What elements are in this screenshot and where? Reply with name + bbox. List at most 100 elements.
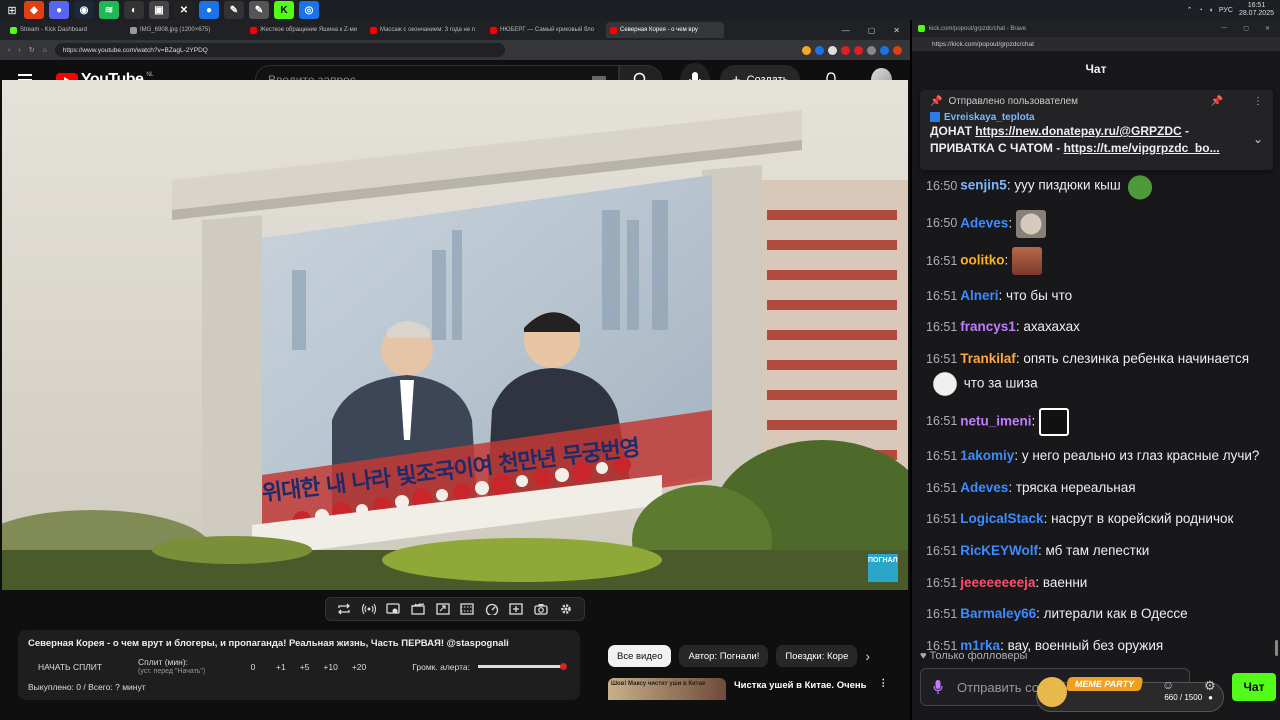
message-username[interactable]: oolitko xyxy=(960,253,1004,268)
split-increment-button[interactable]: +20 xyxy=(352,662,366,672)
chat-address-bar[interactable]: https://kick.com/popout/grpzdc/chat xyxy=(912,37,1280,51)
pepe-emote-icon[interactable] xyxy=(1124,172,1155,200)
emoji-icon[interactable]: ☺ xyxy=(1162,678,1174,692)
message-username[interactable]: 1akomiy xyxy=(960,448,1014,463)
browser-tab[interactable]: Stream - Kick Dashboard xyxy=(6,22,124,38)
chips-next-icon[interactable]: › xyxy=(865,645,870,667)
add-frame-icon[interactable] xyxy=(509,602,524,616)
start-split-button[interactable]: НАЧАТЬ СПЛИТ xyxy=(28,662,138,672)
obs-icon[interactable]: ◐ xyxy=(124,1,144,19)
app-x-icon[interactable]: ✕ xyxy=(174,1,194,19)
tray-wifi-icon[interactable]: ◔ xyxy=(1198,7,1202,14)
app-tool-icon[interactable]: ✎ xyxy=(224,1,244,19)
pinned-username[interactable]: Evreiskaya_teplota xyxy=(944,112,1035,123)
message-username[interactable]: LogicalStack xyxy=(960,511,1043,526)
message-username[interactable]: jeeeeeeeeja xyxy=(960,575,1035,590)
message-username[interactable]: senjin5 xyxy=(960,178,1007,193)
extension-icon[interactable] xyxy=(893,45,902,55)
maximize-icon[interactable]: ▢ xyxy=(1243,25,1249,32)
app-icon[interactable]: ▣ xyxy=(149,1,169,19)
maximize-icon[interactable]: ▢ xyxy=(868,26,876,35)
meme-party-widget[interactable]: MEME PARTY 660 / 1500 ● xyxy=(1036,677,1224,712)
extension-icon[interactable] xyxy=(841,45,850,55)
reload-icon[interactable]: ↻ xyxy=(29,46,35,54)
message-username[interactable]: Trankilaf xyxy=(960,351,1016,366)
mouse-emote-icon[interactable] xyxy=(1016,209,1047,238)
resize-icon[interactable] xyxy=(436,602,450,616)
forward-icon[interactable]: › xyxy=(18,47,20,54)
extension-icon[interactable] xyxy=(880,45,889,55)
more-options-icon[interactable]: ⋮ xyxy=(879,678,889,700)
browser-tab[interactable]: Массаж с окончанием: 3 года не п xyxy=(366,22,484,38)
camera-icon[interactable] xyxy=(534,602,548,616)
tray-clock[interactable]: 16:51 28.07.2025 xyxy=(1239,2,1274,18)
extension-icon[interactable] xyxy=(828,45,837,55)
url-field[interactable]: https://www.youtube.com/watch?v=BZagL-2Y… xyxy=(54,43,505,57)
speed-icon[interactable] xyxy=(485,602,499,616)
telegram-link[interactable]: https://t.me/vipgrpzdc_bo... xyxy=(1064,141,1220,155)
more-options-icon[interactable]: ⋮ xyxy=(1253,96,1263,107)
message-username[interactable]: Adeves xyxy=(960,215,1008,230)
video-view-icon[interactable] xyxy=(386,602,401,616)
gear-icon[interactable]: ⚙ xyxy=(1204,678,1216,694)
clapper-icon[interactable] xyxy=(411,602,425,616)
steam-icon[interactable]: ◉ xyxy=(74,1,94,19)
video-player[interactable]: 위대한 내 나라 빛조국이여 천만년 무궁번영 ПОГНАЛИ xyxy=(2,80,908,590)
app-globe-icon[interactable]: ◎ xyxy=(299,1,319,19)
browser-tab[interactable]: IMG_6908.jpg (1200×675) xyxy=(126,22,244,38)
message-username[interactable]: Barmaley66 xyxy=(960,606,1036,621)
loop-icon[interactable] xyxy=(337,602,351,616)
next-video[interactable]: Шов! Максу чистят уши в Китае Чистка уше… xyxy=(608,678,908,700)
brave-icon[interactable]: ◆ xyxy=(24,1,44,19)
extension-icon[interactable] xyxy=(854,45,863,55)
minimize-icon[interactable]: — xyxy=(842,26,850,35)
extension-icon[interactable] xyxy=(815,45,824,55)
gear-icon[interactable] xyxy=(559,602,573,616)
split-increment-button[interactable]: +5 xyxy=(300,662,310,672)
back-icon[interactable]: ‹ xyxy=(8,47,10,54)
windows-start-icon[interactable]: ⊞ xyxy=(0,0,24,20)
extension-icon[interactable] xyxy=(802,45,811,55)
split-increment-button[interactable]: +10 xyxy=(323,662,337,672)
filter-chip[interactable]: Все видео xyxy=(608,645,672,667)
message-username[interactable]: netu_imeni xyxy=(960,413,1031,428)
unpin-icon[interactable]: 📌 xyxy=(1211,96,1223,107)
app-blue-icon[interactable]: ● xyxy=(199,1,219,19)
next-video-title[interactable]: Чистка ушей в Китае. Очень xyxy=(734,680,866,700)
browser-tab[interactable]: Жесткое обращение Яшина к Z-ми xyxy=(246,22,364,38)
face-emote-icon[interactable] xyxy=(1012,247,1043,276)
troll-emote-icon[interactable] xyxy=(930,369,960,398)
home-icon[interactable]: ⌂ xyxy=(43,47,47,54)
pinned-user[interactable]: Evreiskaya_teplota xyxy=(930,112,1263,123)
spotify-icon[interactable]: ≋ xyxy=(99,1,119,19)
send-chat-button[interactable]: Чат xyxy=(1232,673,1276,701)
tray-chevron-icon[interactable]: ⌃ xyxy=(1187,6,1193,14)
film-icon[interactable] xyxy=(460,602,474,616)
broadcast-icon[interactable] xyxy=(361,602,376,616)
filter-chip[interactable]: Поездки: Коре xyxy=(776,645,858,667)
app-tool2-icon[interactable]: ✎ xyxy=(249,1,269,19)
filter-chip[interactable]: Автор: Погнали! xyxy=(679,645,769,667)
close-icon[interactable]: ✕ xyxy=(893,26,900,35)
chat-scrollbar[interactable] xyxy=(1275,640,1278,656)
discord-icon[interactable]: ● xyxy=(49,1,69,19)
message-username[interactable]: francys1 xyxy=(960,319,1016,334)
tray-lang[interactable]: РУС xyxy=(1219,7,1233,14)
close-icon[interactable]: ✕ xyxy=(1265,25,1270,32)
browser-tab[interactable]: Северная Корея - о чем вру xyxy=(606,22,724,38)
microphone-icon[interactable] xyxy=(933,680,943,694)
browser-tab[interactable]: НЮБЕРГ — Самый криковый бло xyxy=(486,22,604,38)
split-increment-button[interactable]: +1 xyxy=(276,662,286,672)
smile-emote-icon[interactable] xyxy=(1039,407,1070,436)
kick-icon[interactable]: K xyxy=(274,1,294,19)
expand-chevron-icon[interactable]: ⌄ xyxy=(1253,132,1263,146)
message-username[interactable]: Adeves xyxy=(960,480,1008,495)
donate-link[interactable]: https://new.donatepay.ru/@GRPZDC xyxy=(975,124,1181,138)
minimize-icon[interactable]: — xyxy=(1221,25,1227,32)
tray-volume-icon[interactable]: ◖ xyxy=(1209,7,1213,14)
alert-volume-slider[interactable] xyxy=(477,663,567,670)
message-username[interactable]: Alneri xyxy=(960,288,998,303)
next-video-thumbnail[interactable]: Шов! Максу чистят уши в Китае xyxy=(608,678,726,700)
extension-icon[interactable] xyxy=(867,45,876,55)
split-value[interactable]: 0 xyxy=(238,662,268,672)
